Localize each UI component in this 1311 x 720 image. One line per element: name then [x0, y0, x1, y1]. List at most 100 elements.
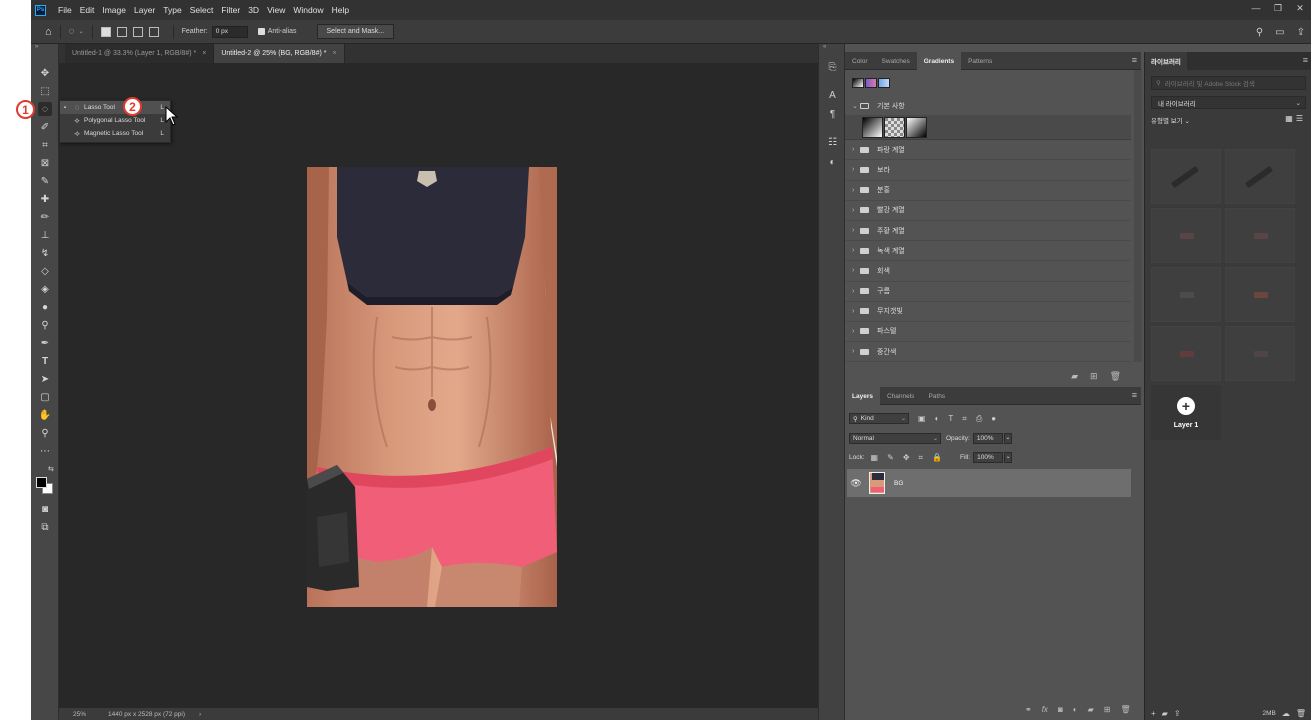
menu-image[interactable]: Image — [102, 5, 126, 15]
type-filter-icon[interactable]: T — [948, 414, 953, 423]
quick-select-tool-icon[interactable]: ✐ — [38, 120, 52, 134]
gradient-group-iridescent[interactable]: › 무지갯빛 — [845, 302, 1131, 322]
subtract-selection-button[interactable] — [132, 26, 143, 37]
collapse-icon[interactable]: » — [35, 44, 38, 50]
gradient-group-pastels[interactable]: › 파스텔 — [845, 322, 1131, 343]
gradient-swatch[interactable] — [852, 78, 864, 88]
library-item[interactable] — [1151, 149, 1221, 204]
lock-image-icon[interactable]: ✎ — [887, 453, 894, 462]
gradient-group-pinks[interactable]: › 분홍 — [845, 181, 1131, 201]
minimize-button[interactable]: — — [1245, 0, 1267, 20]
close-window-button[interactable]: ✕ — [1289, 0, 1311, 20]
add-to-selection-button[interactable] — [116, 26, 127, 37]
add-mask-icon[interactable]: ◙ — [1058, 705, 1063, 714]
dodge-tool-icon[interactable]: ⚲ — [38, 318, 52, 332]
smart-object-filter-icon[interactable]: ⎙ — [976, 414, 982, 424]
new-group-icon[interactable]: ▰ — [1088, 705, 1094, 714]
view-by-type-dropdown[interactable]: 유형별 보기 — [1151, 118, 1183, 125]
properties-panel-icon[interactable]: ☷ — [826, 136, 839, 149]
tab-close-icon[interactable]: × — [202, 50, 206, 57]
menu-view[interactable]: View — [267, 5, 285, 15]
eyedropper-tool-icon[interactable]: ✎ — [38, 174, 52, 188]
gradient-group-grays[interactable]: › 회색 — [845, 261, 1131, 282]
tab-swatches[interactable]: Swatches — [875, 52, 917, 70]
workspace-icon[interactable]: ▭ — [1275, 27, 1284, 38]
link-layers-icon[interactable]: ⚭ — [1025, 705, 1032, 714]
library-item[interactable] — [1151, 267, 1221, 322]
gradient-group-greens[interactable]: › 녹색 계열 — [845, 241, 1131, 262]
tab-close-icon[interactable]: × — [332, 50, 336, 57]
folder-icon[interactable]: ▰ — [1162, 709, 1168, 718]
tab-layers[interactable]: Layers — [845, 387, 880, 405]
fx-icon[interactable]: fx — [1042, 705, 1048, 714]
history-brush-tool-icon[interactable]: ↯ — [38, 246, 52, 260]
healing-brush-tool-icon[interactable]: ✚ — [38, 192, 52, 206]
gradient-group-sky[interactable]: › 구름 — [845, 282, 1131, 302]
menu-type[interactable]: Type — [163, 5, 181, 15]
paragraph-panel-icon[interactable]: ¶ — [826, 108, 839, 121]
tab-untitled-2[interactable]: Untitled-2 @ 25% (BG, RGB/8#) * × — [214, 44, 345, 63]
share-icon[interactable]: ⇪ — [1297, 27, 1305, 38]
gradient-group-oranges[interactable]: › 주황 계열 — [845, 221, 1131, 242]
shape-filter-icon[interactable]: ⌗ — [962, 414, 967, 424]
history-panel-icon[interactable]: ⎘ — [826, 61, 839, 74]
adjustments-panel-icon[interactable]: ◐ — [826, 156, 839, 169]
new-selection-button[interactable] — [100, 26, 111, 37]
more-tools-icon[interactable]: ⋯ — [38, 444, 52, 458]
library-item[interactable] — [1225, 149, 1295, 204]
gradient-swatch[interactable] — [865, 78, 877, 88]
tab-color[interactable]: Color — [845, 52, 875, 70]
frame-tool-icon[interactable]: ⊠ — [38, 156, 52, 170]
crop-tool-icon[interactable]: ⌗ — [38, 138, 52, 152]
library-item[interactable] — [1225, 326, 1295, 381]
trash-icon[interactable]: 🗑 — [1296, 709, 1306, 718]
list-view-icon[interactable]: ☰ — [1296, 114, 1306, 123]
tab-untitled-1[interactable]: Untitled-1 @ 33.3% (Layer 1, RGB/8#) * × — [65, 44, 215, 63]
blend-mode-select[interactable]: Normal ⌄ — [849, 433, 941, 444]
filter-toggle-icon[interactable]: ● — [991, 414, 996, 423]
restore-button[interactable]: ❐ — [1267, 0, 1289, 20]
adjustment-filter-icon[interactable]: ◐ — [935, 414, 940, 423]
tab-gradients[interactable]: Gradients — [916, 52, 962, 70]
add-library-item[interactable]: + Layer 1 — [1151, 385, 1221, 440]
gradient-swatch[interactable] — [906, 117, 927, 139]
layer-row-bg[interactable]: 👁 BG — [847, 469, 1131, 497]
zoom-tool-icon[interactable]: ⚲ — [38, 426, 52, 440]
lock-transparency-icon[interactable]: ▦ — [871, 453, 879, 462]
blur-tool-icon[interactable]: ● — [38, 300, 52, 314]
home-icon[interactable]: ⌂ — [45, 26, 52, 38]
chevron-down-icon[interactable]: ⌄ — [1185, 118, 1190, 125]
status-menu-arrow-icon[interactable]: › — [199, 711, 201, 718]
eraser-tool-icon[interactable]: ◇ — [38, 264, 52, 278]
move-tool-icon[interactable]: ✥ — [38, 66, 52, 80]
upload-icon[interactable]: ⇪ — [1174, 709, 1181, 718]
flyout-magnetic-lasso-tool[interactable]: ⟢ Magnetic Lasso Tool L — [60, 127, 170, 140]
marquee-tool-icon[interactable]: ⬚ — [38, 84, 52, 98]
library-item[interactable] — [1225, 267, 1295, 322]
menu-3d[interactable]: 3D — [248, 5, 259, 15]
feather-input[interactable] — [211, 25, 248, 38]
quick-mask-icon[interactable]: ◙ — [38, 502, 52, 516]
opacity-input[interactable]: 100% — [972, 433, 1003, 444]
gradient-swatch[interactable] — [862, 117, 883, 139]
search-icon[interactable]: ⚲ — [1256, 27, 1263, 38]
menu-window[interactable]: Window — [293, 5, 323, 15]
lock-all-icon[interactable]: 🔒 — [932, 453, 942, 462]
menu-help[interactable]: Help — [332, 5, 349, 15]
new-group-folder-icon[interactable]: ▰ — [1071, 371, 1078, 382]
library-select[interactable]: 내 라이브러리 ⌄ — [1151, 96, 1306, 109]
menu-edit[interactable]: Edit — [80, 5, 95, 15]
gradients-scrollbar[interactable] — [1134, 70, 1142, 362]
gradient-swatch[interactable] — [878, 78, 890, 88]
tab-libraries[interactable]: 라이브러리 — [1145, 52, 1187, 70]
select-and-mask-button[interactable]: Select and Mask... — [316, 24, 395, 39]
cloud-icon[interactable]: ☁ — [1282, 709, 1290, 718]
clone-stamp-tool-icon[interactable]: ⊥ — [38, 228, 52, 242]
swap-colors-icon[interactable]: ⇆ — [48, 465, 54, 473]
character-panel-icon[interactable]: A — [826, 89, 839, 102]
antialias-checkbox[interactable] — [257, 28, 265, 35]
gradient-group-purples[interactable]: › 보라 — [845, 160, 1131, 181]
library-search-input[interactable]: ⚲ 라이브러리 및 Adobe Stock 검색 — [1151, 76, 1306, 90]
type-tool-icon[interactable]: T — [38, 354, 52, 368]
flyout-polygonal-lasso-tool[interactable]: ⟡ Polygonal Lasso Tool L — [60, 114, 170, 127]
